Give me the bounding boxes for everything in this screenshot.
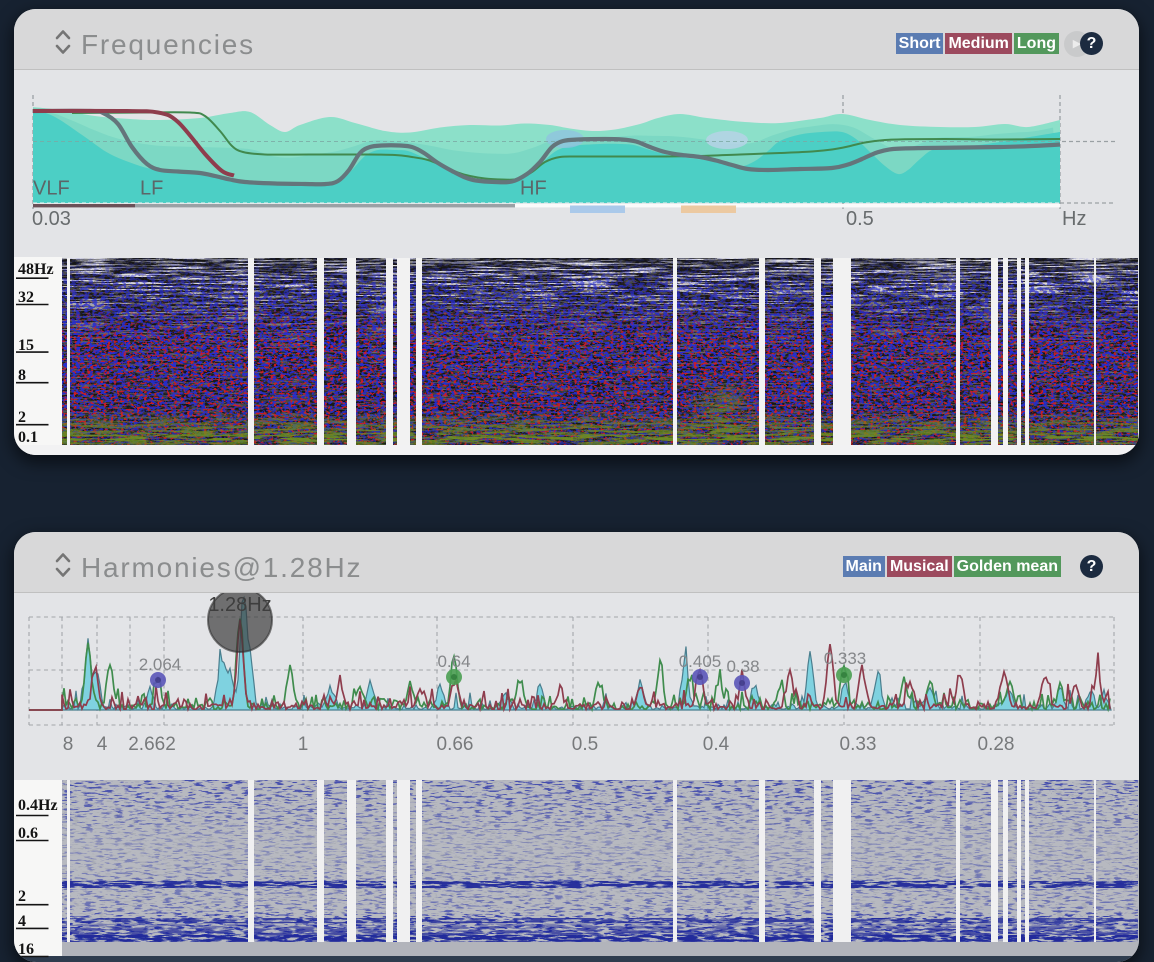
svg-text:0.64: 0.64 (437, 652, 470, 671)
svg-text:32: 32 (18, 289, 34, 306)
svg-text:0.03: 0.03 (32, 208, 71, 230)
svg-text:1.28Hz: 1.28Hz (208, 594, 271, 616)
svg-text:16: 16 (18, 941, 34, 958)
svg-text:LF: LF (140, 178, 163, 200)
svg-text:0.5: 0.5 (846, 208, 874, 230)
svg-text:2.064: 2.064 (139, 655, 182, 674)
svg-text:0.66: 0.66 (437, 734, 474, 755)
svg-text:0.6: 0.6 (18, 825, 38, 842)
svg-text:0.33: 0.33 (840, 734, 877, 755)
svg-text:4: 4 (18, 913, 26, 930)
svg-text:0.1: 0.1 (18, 429, 38, 446)
svg-text:48Hz: 48Hz (18, 261, 54, 278)
svg-text:0.28: 0.28 (978, 734, 1015, 755)
svg-text:0.5: 0.5 (572, 734, 598, 755)
svg-text:2: 2 (18, 888, 26, 905)
svg-text:2.662: 2.662 (128, 734, 176, 755)
svg-text:HF: HF (520, 178, 547, 200)
svg-text:4: 4 (97, 734, 108, 755)
svg-text:8: 8 (63, 734, 74, 755)
svg-text:2: 2 (18, 409, 26, 426)
svg-text:Hz: Hz (1062, 208, 1086, 230)
svg-text:VLF: VLF (33, 178, 70, 200)
svg-text:0.405: 0.405 (679, 652, 722, 671)
svg-text:0.333: 0.333 (824, 649, 867, 668)
svg-text:8: 8 (18, 367, 26, 384)
svg-text:1: 1 (298, 734, 309, 755)
svg-text:0.38: 0.38 (726, 657, 759, 676)
svg-text:0.4: 0.4 (703, 734, 730, 755)
svg-text:0.4Hz: 0.4Hz (18, 797, 58, 814)
